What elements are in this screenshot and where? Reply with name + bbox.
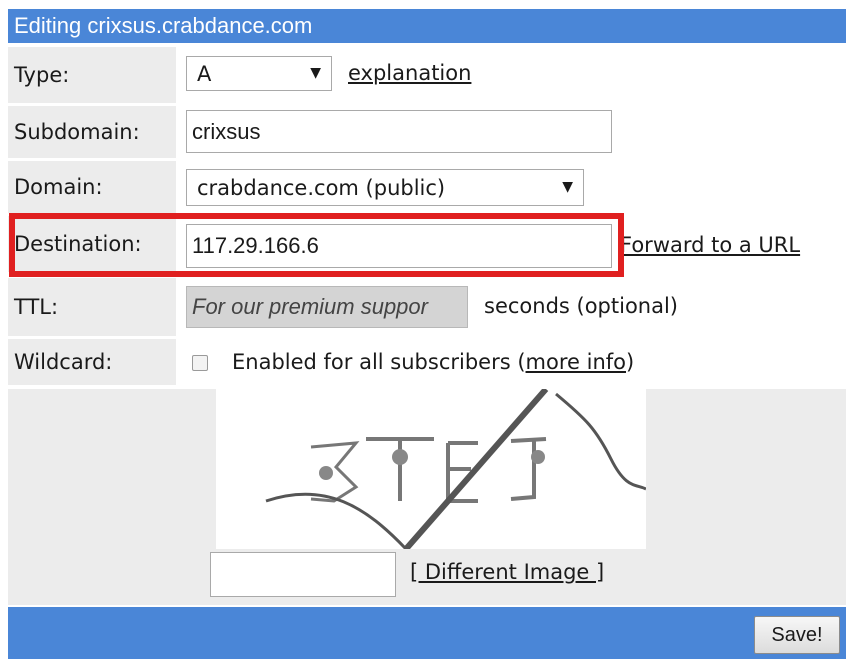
subdomain-cell: crixsus [180,106,846,158]
explanation-link[interactable]: explanation [348,61,471,85]
domain-select[interactable]: crabdance.com (public) ▼ [186,169,584,206]
subdomain-label: Subdomain: [8,106,176,158]
ttl-label: TTL: [8,278,176,336]
ttl-suffix: seconds (optional) [484,294,679,318]
wildcard-text-before: Enabled for all subscribers ( [232,350,526,374]
page-title: Editing crixsus.crabdance.com [8,9,846,43]
save-button[interactable]: Save! [754,616,840,654]
different-image-link[interactable]: [ Different Image ] [410,560,604,584]
wildcard-checkbox[interactable] [192,355,208,371]
captcha-image [216,387,647,551]
type-select[interactable]: A ▼ [186,56,332,91]
destination-highlight [9,213,624,277]
type-select-value: A [197,61,212,86]
domain-label: Domain: [8,161,176,213]
captcha-glyphs-icon [265,387,647,551]
footer-bar: Save! [8,607,846,659]
ttl-cell: For our premium suppor seconds (optional… [180,278,846,336]
subdomain-input[interactable]: crixsus [186,110,612,153]
domain-cell: crabdance.com (public) ▼ [180,161,846,213]
type-label: Type: [8,47,176,103]
domain-select-value: crabdance.com (public) [197,175,446,200]
more-info-link[interactable]: more info [526,350,626,374]
chevron-down-icon: ▼ [562,178,573,195]
chevron-down-icon: ▼ [310,64,321,81]
wildcard-label: Wildcard: [8,339,176,385]
captcha-input[interactable] [210,552,396,597]
type-cell: A ▼ explanation [180,47,846,103]
wildcard-text-after: ) [626,350,635,374]
forward-to-url-link[interactable]: Forward to a URL [620,233,800,257]
ttl-input[interactable]: For our premium suppor [186,286,468,328]
wildcard-cell: Enabled for all subscribers (more info) [180,339,846,385]
wildcard-text: Enabled for all subscribers (more info) [232,350,634,374]
